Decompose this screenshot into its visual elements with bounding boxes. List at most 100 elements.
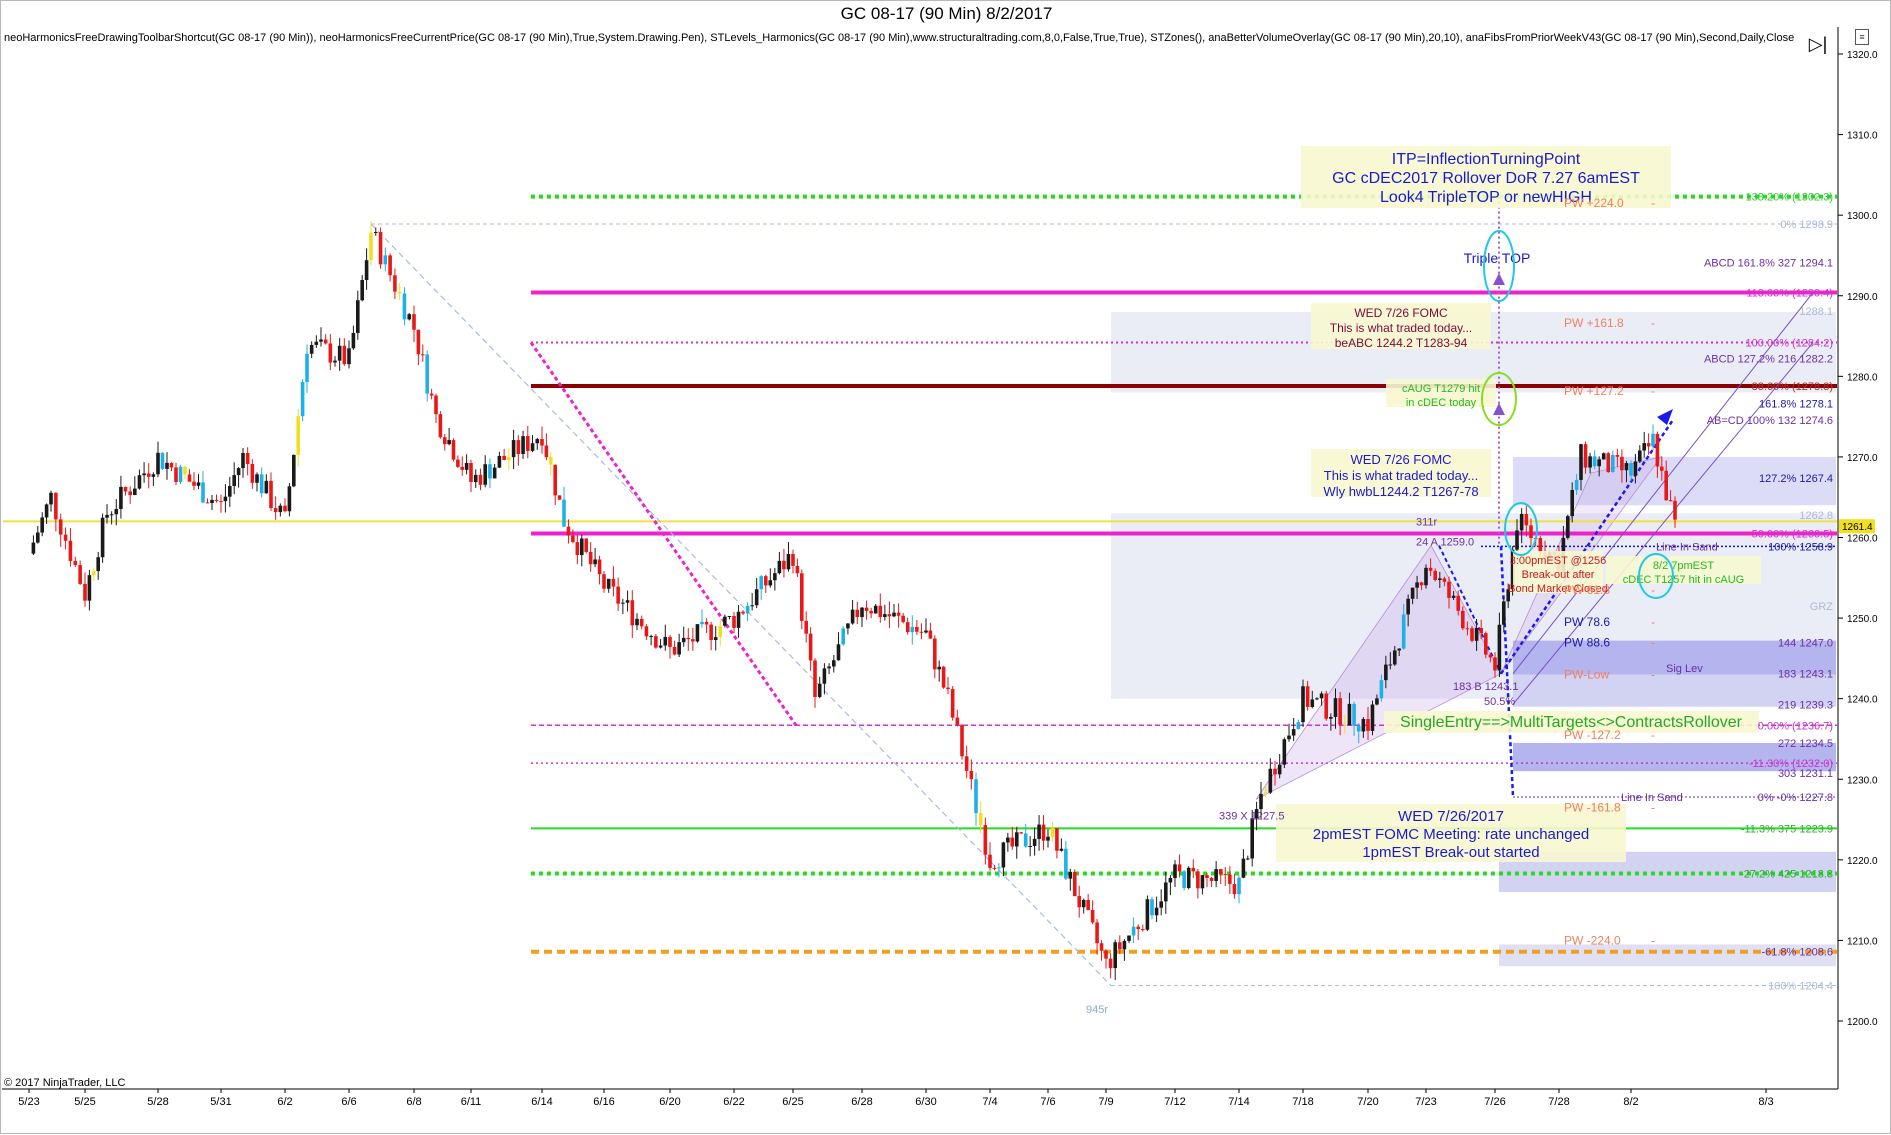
- level-label: 219 1239.3: [1778, 699, 1833, 711]
- candle: [1055, 828, 1059, 851]
- candle: [73, 560, 78, 566]
- fomc-annotation-2: WED 7/26 FOMCThis is what traded today..…: [1311, 449, 1491, 499]
- candle: [309, 344, 314, 354]
- candle: [1447, 581, 1451, 598]
- candle: [1059, 848, 1064, 851]
- candle: [1465, 628, 1470, 630]
- candle: [1118, 942, 1122, 950]
- candle: [864, 607, 869, 611]
- candle: [571, 535, 575, 543]
- y-tick-label: 1260.0: [1847, 534, 1878, 545]
- candle: [597, 559, 602, 575]
- candle: [1433, 570, 1437, 580]
- chart-window: GC 08-17 (90 Min) 8/2/2017 ITP=Inflectio…: [0, 0, 1891, 1134]
- pw-level-label: PW 78.6: [1564, 615, 1610, 629]
- candle: [1392, 650, 1397, 665]
- candle: [1410, 587, 1415, 599]
- candle: [447, 440, 451, 445]
- x-tick-label: 7/18: [1292, 1096, 1313, 1108]
- candle: [378, 232, 383, 265]
- candle: [992, 867, 997, 869]
- candle: [40, 517, 44, 533]
- candle: [860, 607, 864, 618]
- candle: [988, 854, 992, 868]
- x-tick-label: 7/6: [1040, 1096, 1055, 1108]
- candle: [323, 339, 328, 344]
- playback-button[interactable]: ▷|: [1805, 33, 1831, 55]
- candle: [460, 466, 465, 470]
- candle: [241, 452, 245, 469]
- candle: [1168, 877, 1173, 883]
- candle: [910, 626, 915, 633]
- candle: [1347, 703, 1352, 726]
- candle: [773, 573, 777, 581]
- candle: [1305, 686, 1310, 707]
- candle: [566, 526, 571, 536]
- pw-level-tick: -: [1651, 316, 1655, 330]
- candle: [695, 624, 700, 642]
- pw-level-tick: -: [1651, 667, 1655, 681]
- candle: [151, 474, 156, 477]
- candle: [283, 505, 287, 512]
- cdec-annotation: 8/2 7pmESTcDEC T1257 hit in cAUG: [1606, 556, 1761, 586]
- itp-annotation-line: ITP=InflectionTurningPoint: [1392, 151, 1581, 168]
- candle: [1461, 610, 1465, 629]
- itp-annotation-line: Look4 TripleTOP or newHIGH: [1380, 189, 1592, 206]
- candle: [896, 612, 901, 616]
- candle: [1006, 837, 1010, 843]
- candle: [978, 813, 983, 826]
- level-label: 127.2% 1267.4: [1759, 473, 1833, 485]
- candle: [214, 499, 219, 502]
- y-tick-label: 1280.0: [1847, 372, 1878, 383]
- candle: [1579, 444, 1583, 480]
- candle: [1177, 864, 1182, 872]
- candle: [1397, 648, 1402, 651]
- candle: [901, 615, 905, 623]
- pw-level-label: PW -224.0: [1564, 933, 1621, 947]
- candle: [1479, 628, 1483, 634]
- candle: [1451, 595, 1456, 598]
- settings-icon[interactable]: ≡: [1855, 29, 1869, 45]
- y-tick-label: 1200.0: [1847, 1017, 1878, 1028]
- candle: [1366, 719, 1370, 731]
- candle: [1099, 943, 1104, 951]
- candle: [983, 825, 988, 855]
- candle: [328, 343, 333, 363]
- pw-level-label: PW +224.0: [1564, 196, 1624, 210]
- pattern-label: 183 B 1243.1: [1453, 681, 1518, 693]
- level-label: 144 1247.0: [1778, 637, 1833, 649]
- fomc-annotation-1-line: WED 7/26 FOMC: [1354, 306, 1448, 320]
- candle: [1019, 832, 1024, 834]
- candle: [1442, 578, 1447, 582]
- candle: [1384, 664, 1388, 681]
- candle: [92, 571, 96, 576]
- pw-level-tick: -: [1651, 583, 1655, 597]
- level-label: 100% 1204.4: [1768, 981, 1833, 993]
- candle: [429, 393, 434, 396]
- candle: [741, 611, 745, 614]
- candle: [1223, 874, 1228, 876]
- pw-level-label: PW +161.8: [1564, 316, 1624, 330]
- candle: [1214, 869, 1218, 881]
- level-label: 138.20% (1302.3): [1746, 192, 1833, 204]
- candle: [946, 687, 950, 690]
- x-tick-label: 5/28: [147, 1096, 168, 1108]
- pw-level-label: PW -161.8: [1564, 800, 1621, 814]
- candle: [1642, 443, 1646, 451]
- x-tick-label: 6/6: [341, 1096, 356, 1108]
- candle: [296, 416, 300, 455]
- candle: [402, 293, 407, 320]
- candle: [630, 600, 635, 626]
- candle: [36, 532, 40, 543]
- candle: [1592, 456, 1597, 467]
- candle: [1310, 699, 1315, 707]
- price-chart[interactable]: ITP=InflectionTurningPoint GC cDEC2017 Ro…: [1, 1, 1891, 1135]
- candle: [817, 683, 822, 697]
- candle: [1287, 735, 1291, 740]
- x-tick-label: 6/30: [915, 1096, 936, 1108]
- candle: [878, 605, 883, 618]
- level-label: 88.60% (1278.8): [1752, 381, 1833, 393]
- candle: [1232, 883, 1237, 895]
- candle: [530, 443, 535, 451]
- candle: [1538, 538, 1543, 553]
